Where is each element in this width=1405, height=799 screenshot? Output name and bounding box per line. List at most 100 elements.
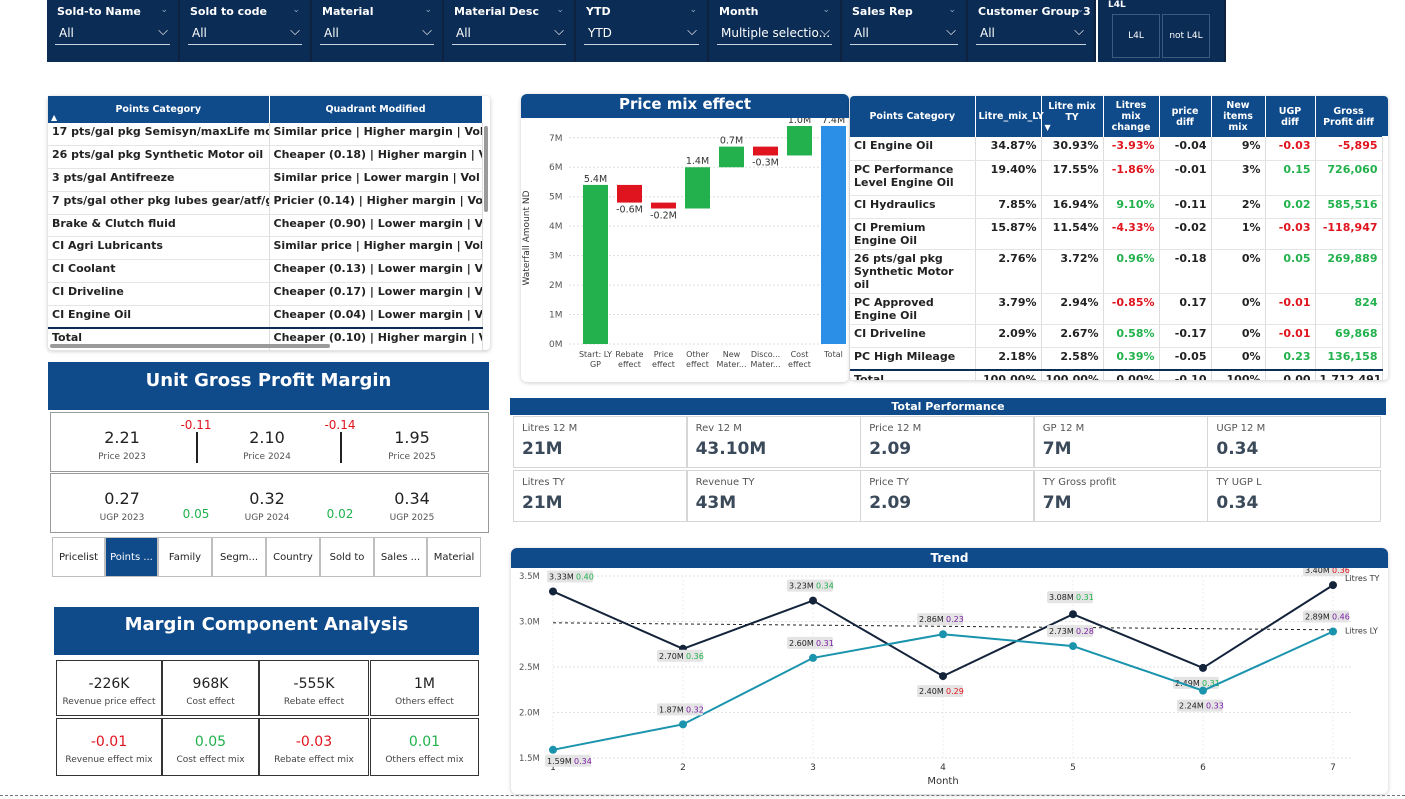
slicer-dropdown[interactable]: All ⌵ — [452, 21, 566, 45]
value-cell: 0% — [1211, 324, 1266, 348]
data-label: 1.0M — [788, 118, 811, 126]
trend-chart: 1.5M2.0M2.5M3.0M3.5M1 2 3 4 5 6 7Month3.33M 0.4… — [519, 568, 1379, 787]
series-point — [1199, 686, 1207, 695]
waterfall-bar — [583, 184, 608, 344]
col-4[interactable]: price diff — [1159, 96, 1212, 137]
chevron-down-icon: ⌵ — [687, 24, 697, 39]
table-row[interactable]: PC Performance Level Engine Oil 19.40% 17.… — [850, 160, 1383, 196]
chevron-down-icon: ⌄ — [689, 5, 697, 15]
kpi-value: 2.09 — [869, 493, 912, 513]
data-label-ugp: 0.33 — [1206, 702, 1224, 711]
kpi-card: Litres TY 21M — [513, 470, 687, 522]
table-row[interactable]: PC Approved Engine Oil 3.79% 2.94% -0.85% 0.… — [850, 293, 1383, 325]
l4l-button[interactable]: L4L — [1112, 14, 1160, 58]
slicer-dropdown[interactable]: All ⌵ — [188, 21, 302, 45]
slicer-dropdown[interactable]: All ⌵ — [850, 21, 958, 45]
l4l-slicer: L4L L4L not L4L — [1098, 0, 1226, 62]
col-points-category[interactable]: Points Category ▲ — [48, 96, 270, 123]
table-row[interactable]: CI Engine Oil Cheaper (0.04) | Lower marg… — [48, 305, 483, 329]
col-6[interactable]: UGP diff — [1265, 96, 1316, 137]
table-row[interactable]: CI Driveline Cheaper (0.17) | Lower margi… — [48, 282, 483, 306]
tab-0[interactable]: Pricelist — [52, 537, 105, 577]
kpi-value: 7M — [1042, 493, 1072, 513]
value-cell: -0.11 — [1159, 195, 1212, 219]
data-label-ugp: 0.32 — [686, 705, 704, 714]
slicer-dropdown[interactable]: All ⌵ — [55, 21, 170, 45]
table-row[interactable]: 26 pts/gal pkg Synthetic Motor oil 2.76% 3… — [850, 249, 1383, 294]
kpi-label: Price TY — [869, 477, 909, 488]
not-l4l-button[interactable]: not L4L — [1162, 14, 1210, 58]
value-cell: 2.94% — [1041, 293, 1104, 325]
value-cell: 2.58% — [1041, 347, 1104, 371]
table-row[interactable]: CI Hydraulics 7.85% 16.94% 9.10% -0.11 2% 0.02… — [850, 195, 1383, 219]
slicer-dropdown[interactable]: YTD ⌵ — [584, 21, 699, 45]
category-cell: CI Coolant — [48, 259, 270, 284]
quadrant-cell: Cheaper (0.90) | Lower margin | Vol Up — [269, 214, 483, 238]
waterfall-bar — [685, 167, 710, 209]
tab-7[interactable]: Material — [427, 537, 481, 577]
horizontal-scrollbar[interactable] — [50, 344, 330, 348]
table-row[interactable]: 26 pts/gal pkg Synthetic Motor oil Cheape… — [48, 145, 483, 170]
col-0[interactable]: Points Category — [850, 96, 976, 137]
tab-2[interactable]: Family — [158, 537, 212, 577]
x-tick-label: New Mater... — [716, 350, 746, 369]
slicer-dropdown[interactable]: Multiple selectio... ⌵ — [717, 21, 832, 45]
col-label: Litre mix TY — [1048, 101, 1096, 123]
col-1[interactable]: Litre_mix_LY — [975, 96, 1044, 137]
slicer-dropdown[interactable]: All ⌵ — [976, 21, 1086, 45]
value-cell: -0.01 — [1265, 324, 1316, 348]
chevron-down-icon: ⌄ — [948, 5, 956, 15]
tab-1[interactable]: Points ... — [105, 537, 158, 577]
delta-value: 0.05 — [174, 507, 218, 521]
table-row[interactable]: CI Agri Lubricants Similar price | Higher… — [48, 236, 483, 261]
slicer-value: All — [324, 26, 339, 40]
value-cell: 2.67% — [1041, 324, 1104, 348]
value-cell: -1.86% — [1103, 160, 1160, 196]
table-row[interactable]: CI Driveline 2.09% 2.67% 0.58% -0.17 0% -0.01 6… — [850, 324, 1383, 348]
kpi-label: TY Gross profit — [1042, 477, 1117, 488]
value-cell: 3% — [1211, 160, 1266, 196]
table-row[interactable]: CI Premium Engine Oil 15.87% 11.54% -4.33% -… — [850, 218, 1383, 250]
slicer-value: All — [854, 26, 869, 40]
y-tick-label: 2M — [549, 281, 563, 291]
tab-3[interactable]: Segm... — [212, 537, 266, 577]
table-row[interactable]: 3 pts/gal Antifreeze Similar price | Lowe… — [48, 168, 483, 192]
col-5[interactable]: New items mix — [1211, 96, 1266, 137]
value-cell: 1% — [1211, 218, 1266, 250]
table-row[interactable]: CI Coolant Cheaper (0.13) | Lower margin … — [48, 259, 483, 284]
table-row[interactable]: CI Engine Oil 34.87% 30.93% -3.93% -0.04 9% -0… — [850, 137, 1383, 161]
value-cell: 19.40% — [975, 160, 1042, 196]
tab-5[interactable]: Sold to — [320, 537, 374, 577]
ugp-label: UGP 2024 — [244, 513, 290, 523]
data-label-ugp: 0.40 — [576, 572, 594, 581]
table-row[interactable]: PC High Mileage 2.18% 2.58% 0.39% -0.05 0% 0.2… — [850, 347, 1383, 371]
data-label: -0.3M — [752, 157, 779, 168]
col-quadrant-modified[interactable]: Quadrant Modified — [269, 96, 483, 123]
vertical-scrollbar[interactable] — [484, 126, 488, 212]
col-7[interactable]: Gross Profit diff — [1315, 96, 1383, 137]
slicer-value: Multiple selectio... — [721, 26, 831, 40]
table-row[interactable]: 17 pts/gal pkg Semisyn/maxLife motor oil… — [48, 123, 483, 147]
table-row[interactable]: Brake & Clutch fluid Cheaper (0.90) | Low… — [48, 214, 483, 238]
series-point — [809, 653, 817, 662]
value-cell: 0.17 — [1159, 293, 1212, 325]
y-tick-label: 3.5M — [519, 572, 540, 582]
ugp-value: 0.27 — [104, 489, 140, 508]
mca-title: Margin Component Analysis — [54, 607, 479, 655]
chevron-down-icon: ⌵ — [1074, 24, 1084, 39]
mix-vertical-scrollbar[interactable] — [1382, 96, 1388, 136]
tab-4[interactable]: Country — [266, 537, 320, 577]
tab-6[interactable]: Sales ... — [374, 537, 427, 577]
table-row[interactable]: 7 pts/gal other pkg lubes gear/atf/grs Pr… — [48, 191, 483, 215]
x-tick-label: 6 — [1200, 763, 1206, 773]
slicer-dropdown[interactable]: All ⌵ — [320, 21, 434, 45]
mca-value: -0.01 — [90, 734, 128, 750]
waterfall-bar — [753, 146, 778, 156]
value-cell: 11.54% — [1041, 218, 1104, 250]
data-label-value: 1.87M — [659, 705, 684, 714]
chevron-down-icon: ⌄ — [160, 5, 168, 15]
data-label-ugp: 0.46 — [1332, 613, 1350, 622]
col-3[interactable]: Litres mix change — [1103, 96, 1160, 137]
series-point — [939, 672, 947, 681]
col-2[interactable]: Litre mix TY ▼ — [1041, 96, 1104, 137]
